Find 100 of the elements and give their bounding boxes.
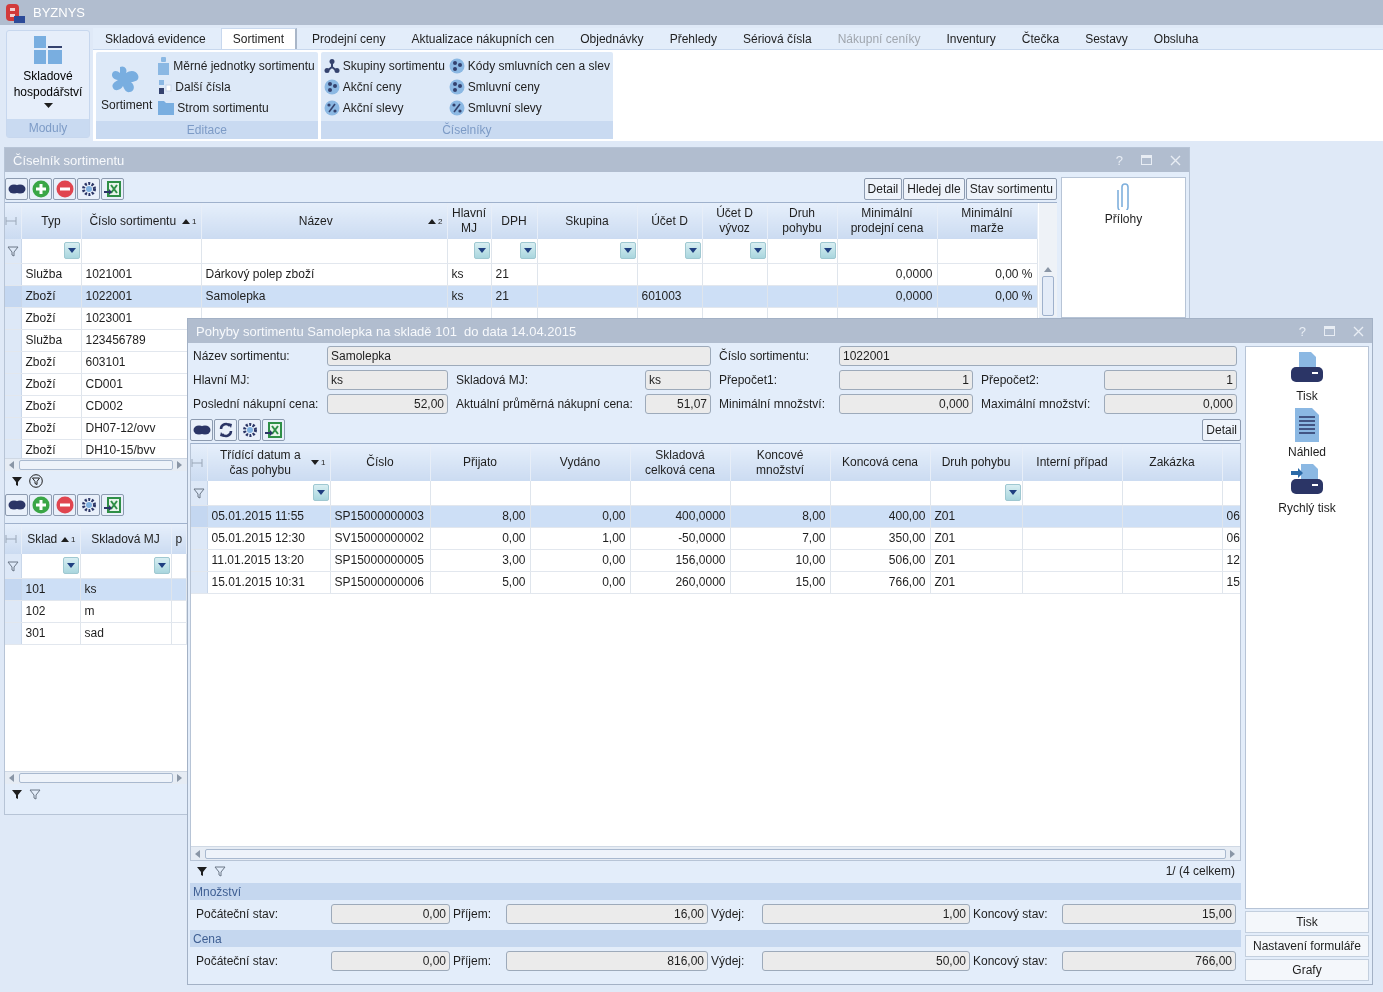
- action-button[interactable]: Rychlý tisk: [1276, 463, 1338, 515]
- maximize-icon[interactable]: [1324, 326, 1335, 336]
- column-header[interactable]: Vydáno: [530, 444, 630, 481]
- ribbon-button[interactable]: Sortiment: [99, 55, 155, 121]
- filter-outline-icon[interactable]: [29, 788, 41, 800]
- column-header[interactable]: Skupina: [537, 203, 637, 239]
- filter-dropdown[interactable]: [63, 242, 80, 260]
- close-icon[interactable]: [1353, 325, 1364, 337]
- ribbon-button[interactable]: Skupiny sortimentu: [323, 55, 445, 76]
- text-field[interactable]: 1: [839, 370, 973, 390]
- column-header[interactable]: Zakázka: [1122, 444, 1222, 481]
- text-field[interactable]: 1,00: [762, 904, 970, 924]
- filter-dropdown[interactable]: [312, 484, 329, 502]
- module-button[interactable]: Skladové hospodářství: [2, 31, 94, 119]
- ribbon-button[interactable]: Měrné jednotky sortimentu: [158, 55, 315, 76]
- action-button[interactable]: Náhled: [1286, 407, 1328, 459]
- ribbon-button[interactable]: Strom sortimentu: [158, 97, 315, 118]
- scroll-right-icon[interactable]: [1230, 849, 1236, 858]
- toolbar-button[interactable]: [214, 418, 237, 441]
- text-field[interactable]: 1022001: [839, 346, 1237, 366]
- ribbon-button[interactable]: Další čísla: [158, 76, 315, 97]
- toolbar-button[interactable]: [5, 493, 28, 516]
- ribbon-tab[interactable]: Obsluha: [1142, 28, 1210, 49]
- vertical-scrollbar[interactable]: [1039, 203, 1057, 317]
- column-header[interactable]: Číslo sortimentu 1: [81, 203, 201, 239]
- maximize-icon[interactable]: [1141, 155, 1152, 165]
- text-field[interactable]: 0,000: [839, 394, 973, 414]
- column-header[interactable]: Třídící datum a čas pohybu 1: [207, 444, 330, 481]
- column-header[interactable]: Účet D: [637, 203, 702, 239]
- toolbar-button[interactable]: Stav sortimentu: [965, 177, 1057, 200]
- toolbar-button[interactable]: [5, 177, 28, 200]
- panel-button[interactable]: Grafy: [1245, 959, 1369, 981]
- text-field[interactable]: 1: [1104, 370, 1237, 390]
- toolbar-button[interactable]: [77, 493, 100, 516]
- column-header[interactable]: Přijato: [430, 444, 530, 481]
- scroll-right-icon[interactable]: [177, 461, 183, 469]
- scroll-left-icon[interactable]: [9, 774, 15, 782]
- toolbar-button[interactable]: Detail: [863, 177, 903, 200]
- text-field[interactable]: Samolepka: [327, 346, 711, 366]
- text-field[interactable]: 16,00: [506, 904, 708, 924]
- panel-button[interactable]: Tisk: [1245, 911, 1369, 933]
- toolbar-button[interactable]: Hledej dle: [903, 177, 965, 200]
- text-field[interactable]: ks: [327, 370, 448, 390]
- horizontal-scrollbar[interactable]: [5, 458, 187, 471]
- ribbon-button[interactable]: Smluvní ceny: [448, 76, 610, 97]
- action-button[interactable]: Tisk: [1288, 351, 1326, 403]
- column-header[interactable]: Interní případ: [1022, 444, 1122, 481]
- filter-dropdown[interactable]: [684, 242, 701, 260]
- scroll-left-icon[interactable]: [195, 849, 201, 858]
- filter-outline-icon[interactable]: [214, 865, 226, 877]
- filter-outline-icon[interactable]: [192, 486, 205, 499]
- ribbon-button[interactable]: Akční ceny: [323, 76, 445, 97]
- ribbon-tab[interactable]: Objednávky: [569, 28, 655, 49]
- column-header[interactable]: Sklad 1: [21, 524, 80, 554]
- text-field[interactable]: 0,00: [331, 904, 450, 924]
- toolbar-button[interactable]: [262, 418, 285, 441]
- column-header[interactable]: Druh pohybu: [767, 203, 837, 239]
- attachments-button[interactable]: Přílohy: [1102, 180, 1145, 226]
- column-header[interactable]: Druh pohybu: [930, 444, 1022, 481]
- toolbar-button[interactable]: [101, 493, 124, 516]
- text-field[interactable]: 816,00: [506, 951, 708, 971]
- scroll-right-icon[interactable]: [177, 774, 183, 782]
- ribbon-tab[interactable]: Prodejní ceny: [301, 28, 397, 49]
- filter-outline-icon[interactable]: [6, 559, 19, 572]
- close-icon[interactable]: [1170, 154, 1181, 166]
- ribbon-button[interactable]: Kódy smluvních cen a slev: [448, 55, 610, 76]
- toolbar-button[interactable]: [238, 418, 261, 441]
- detail-button[interactable]: Detail: [1202, 418, 1241, 441]
- filter-icon[interactable]: [196, 865, 208, 877]
- panel-button[interactable]: Nastavení formuláře: [1245, 935, 1369, 957]
- toolbar-button[interactable]: [77, 177, 100, 200]
- filter-icon[interactable]: [11, 788, 23, 800]
- filter-dropdown[interactable]: [153, 557, 170, 575]
- text-field[interactable]: 766,00: [1062, 951, 1236, 971]
- ribbon-button[interactable]: Smluvní slevy: [448, 97, 610, 118]
- text-field[interactable]: 50,00: [762, 951, 970, 971]
- text-field[interactable]: 0,000: [1104, 394, 1237, 414]
- column-resize-icon[interactable]: [191, 458, 203, 467]
- ribbon-tab[interactable]: Čtečka: [1010, 28, 1071, 49]
- ribbon-tab[interactable]: Skladová evidence: [94, 28, 217, 49]
- filter-dropdown[interactable]: [619, 242, 636, 260]
- text-field[interactable]: ks: [645, 370, 711, 390]
- ribbon-tab[interactable]: Sestavy: [1074, 28, 1139, 49]
- ribbon-tab[interactable]: Sortiment: [220, 28, 298, 49]
- column-header[interactable]: Minimální marže: [937, 203, 1037, 239]
- ribbon-tab[interactable]: Přehledy: [658, 28, 728, 49]
- column-header[interactable]: Skladová MJ: [80, 524, 171, 554]
- ribbon-tab[interactable]: Aktualizace nákupních cen: [400, 28, 566, 49]
- text-field[interactable]: 51,07: [645, 394, 711, 414]
- filter-dropdown[interactable]: [519, 242, 536, 260]
- column-header[interactable]: Hlavní MJ: [447, 203, 491, 239]
- column-header[interactable]: Název 2: [201, 203, 447, 239]
- ribbon-tab[interactable]: Inventury: [935, 28, 1007, 49]
- toolbar-button[interactable]: [101, 177, 124, 200]
- column-resize-icon[interactable]: [5, 535, 17, 543]
- column-header[interactable]: Koncové množství: [730, 444, 830, 481]
- scroll-thumb[interactable]: [1042, 276, 1054, 316]
- horizontal-scrollbar[interactable]: [5, 771, 187, 784]
- filter-outline-icon[interactable]: [6, 244, 19, 257]
- ribbon-button[interactable]: Akční slevy: [323, 97, 445, 118]
